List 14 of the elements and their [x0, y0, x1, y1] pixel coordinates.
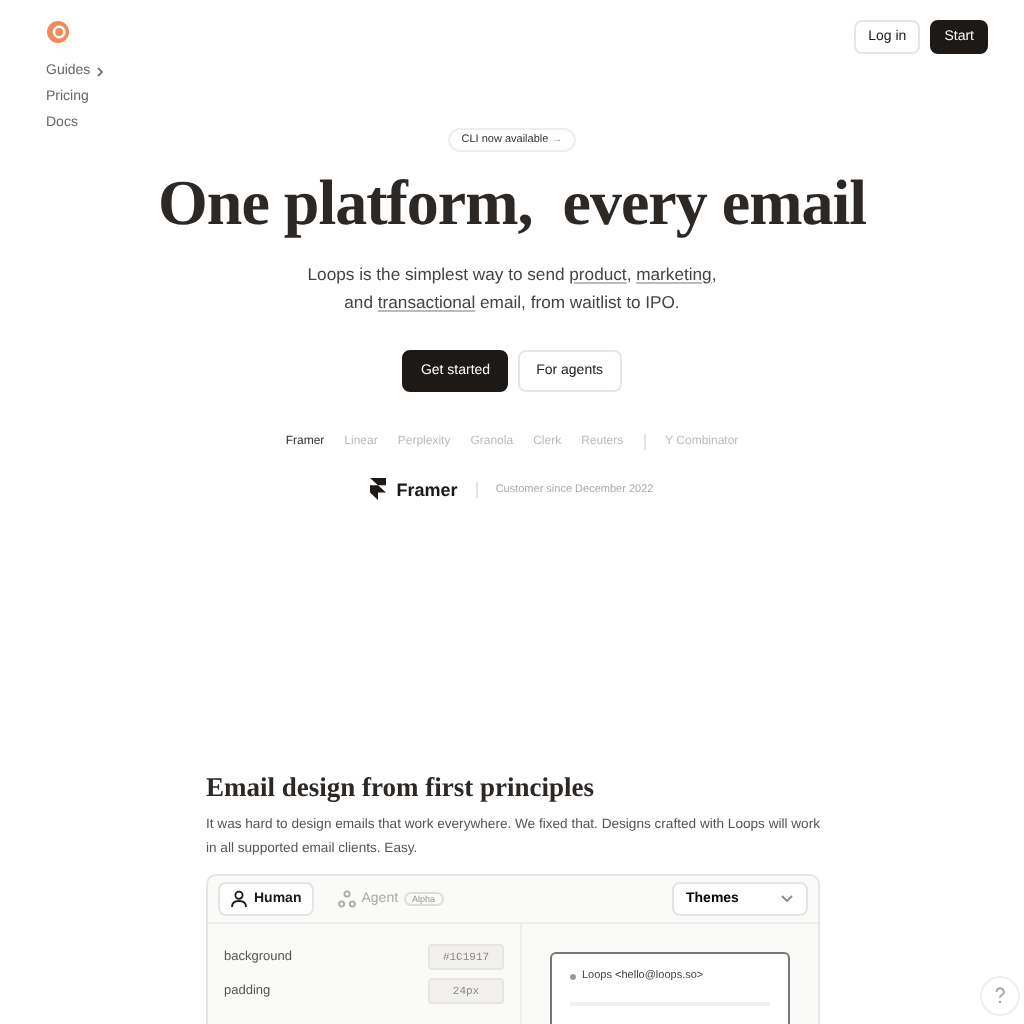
logo-icon[interactable] — [46, 20, 70, 44]
section-title: Email design from first principles — [206, 772, 596, 804]
subtitle: Loops is the simplest way to send product, marketing, and transactional email, from waitlist to IPO. — [307, 262, 717, 316]
subtitle-link[interactable]: marketing — [636, 264, 712, 284]
featured-customer-name: Framer — [396, 479, 458, 499]
chevron-right-icon[interactable] — [94, 66, 107, 78]
headline: One platform, every email — [158, 166, 866, 240]
chevron-down-icon — [780, 894, 794, 904]
help-icon[interactable] — [980, 976, 1020, 1016]
person-icon — [230, 890, 248, 908]
agent-icon — [337, 890, 356, 908]
subtitle-link[interactable]: transactional — [377, 292, 476, 312]
subtitle-link[interactable]: product — [569, 264, 627, 284]
framer-logo-icon — [370, 478, 387, 500]
